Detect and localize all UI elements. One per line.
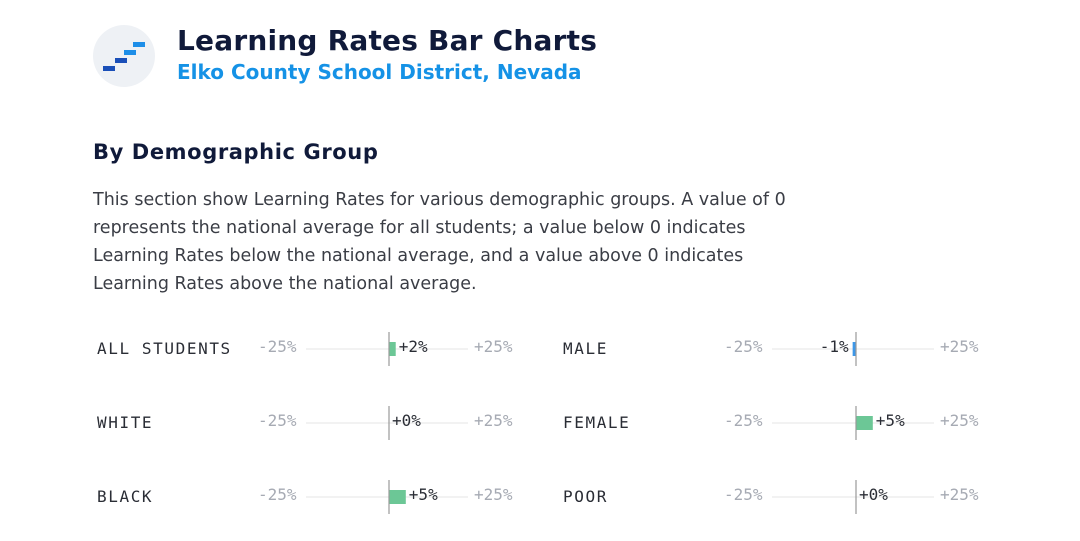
bar bbox=[389, 490, 406, 504]
value-label: +5% bbox=[408, 485, 438, 504]
value-label: +2% bbox=[398, 337, 428, 356]
tick-label-min: -25% bbox=[258, 485, 297, 504]
tick-label-max: +25% bbox=[474, 337, 513, 356]
tick-label-max: +25% bbox=[474, 411, 513, 430]
group-label: FEMALE bbox=[563, 413, 631, 432]
tick-label-min: -25% bbox=[724, 337, 763, 356]
value-label: +0% bbox=[859, 485, 888, 504]
bar bbox=[389, 342, 396, 356]
group-label: MALE bbox=[563, 339, 608, 358]
group-label: POOR bbox=[563, 487, 608, 506]
tick-label-max: +25% bbox=[940, 411, 979, 430]
value-label: -1% bbox=[819, 337, 849, 356]
tick-label-min: -25% bbox=[724, 485, 763, 504]
tick-label-min: -25% bbox=[258, 337, 297, 356]
tick-label-max: +25% bbox=[940, 485, 979, 504]
tick-label-max: +25% bbox=[474, 485, 513, 504]
group-label: ALL STUDENTS bbox=[97, 339, 232, 358]
group-label: WHITE bbox=[97, 413, 154, 432]
value-label: +5% bbox=[875, 411, 905, 430]
bar-chart-svg bbox=[306, 332, 934, 514]
tick-label-min: -25% bbox=[724, 411, 763, 430]
tick-label-max: +25% bbox=[940, 337, 979, 356]
tick-label-min: -25% bbox=[258, 411, 297, 430]
value-label: +0% bbox=[392, 411, 421, 430]
bar bbox=[856, 416, 873, 430]
group-label: BLACK bbox=[97, 487, 154, 506]
